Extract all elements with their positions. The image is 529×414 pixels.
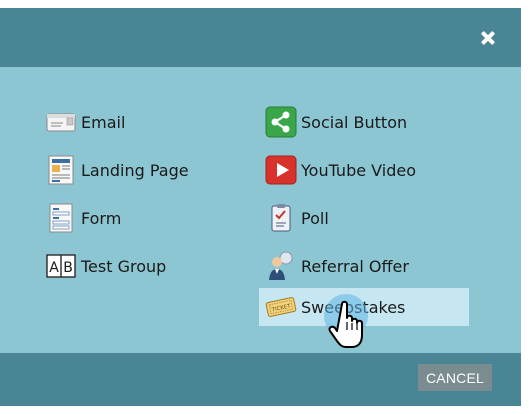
item-label: Form bbox=[81, 208, 122, 228]
item-label: Test Group bbox=[81, 256, 167, 276]
poll-icon bbox=[265, 202, 297, 234]
item-label: Email bbox=[81, 112, 126, 132]
item-form[interactable]: Form bbox=[45, 199, 121, 237]
add-element-dialog: Email Landing Page Form A B Test Group S… bbox=[0, 8, 521, 406]
dialog-body: Email Landing Page Form A B Test Group S… bbox=[0, 67, 521, 353]
item-youtube-video[interactable]: YouTube Video bbox=[265, 151, 416, 189]
item-sweepstakes[interactable]: TICKET Sweepstakes bbox=[259, 288, 469, 326]
item-test-group[interactable]: A B Test Group bbox=[45, 247, 166, 285]
test-group-icon: A B bbox=[45, 250, 77, 282]
item-label: Sweepstakes bbox=[301, 297, 406, 317]
item-social-button[interactable]: Social Button bbox=[265, 103, 407, 141]
email-icon bbox=[45, 106, 77, 138]
item-label: Poll bbox=[301, 208, 329, 228]
dialog-footer: CANCEL bbox=[0, 353, 521, 406]
ticket-icon: TICKET bbox=[265, 291, 297, 323]
item-email[interactable]: Email bbox=[45, 103, 125, 141]
item-label: Social Button bbox=[301, 112, 408, 132]
svg-text:A: A bbox=[49, 260, 59, 276]
landing-page-icon bbox=[45, 154, 77, 186]
item-label: Landing Page bbox=[81, 160, 189, 180]
youtube-icon bbox=[265, 154, 297, 186]
svg-text:B: B bbox=[63, 260, 73, 276]
item-landing-page[interactable]: Landing Page bbox=[45, 151, 189, 189]
cancel-button[interactable]: CANCEL bbox=[418, 364, 492, 391]
dialog-header bbox=[0, 8, 521, 67]
share-icon bbox=[265, 106, 297, 138]
item-referral-offer[interactable]: Referral Offer bbox=[265, 247, 409, 285]
item-poll[interactable]: Poll bbox=[265, 199, 329, 237]
item-label: YouTube Video bbox=[301, 160, 416, 180]
item-label: Referral Offer bbox=[301, 256, 409, 276]
referral-icon bbox=[265, 250, 297, 282]
close-icon[interactable] bbox=[478, 28, 498, 48]
form-icon bbox=[45, 202, 77, 234]
